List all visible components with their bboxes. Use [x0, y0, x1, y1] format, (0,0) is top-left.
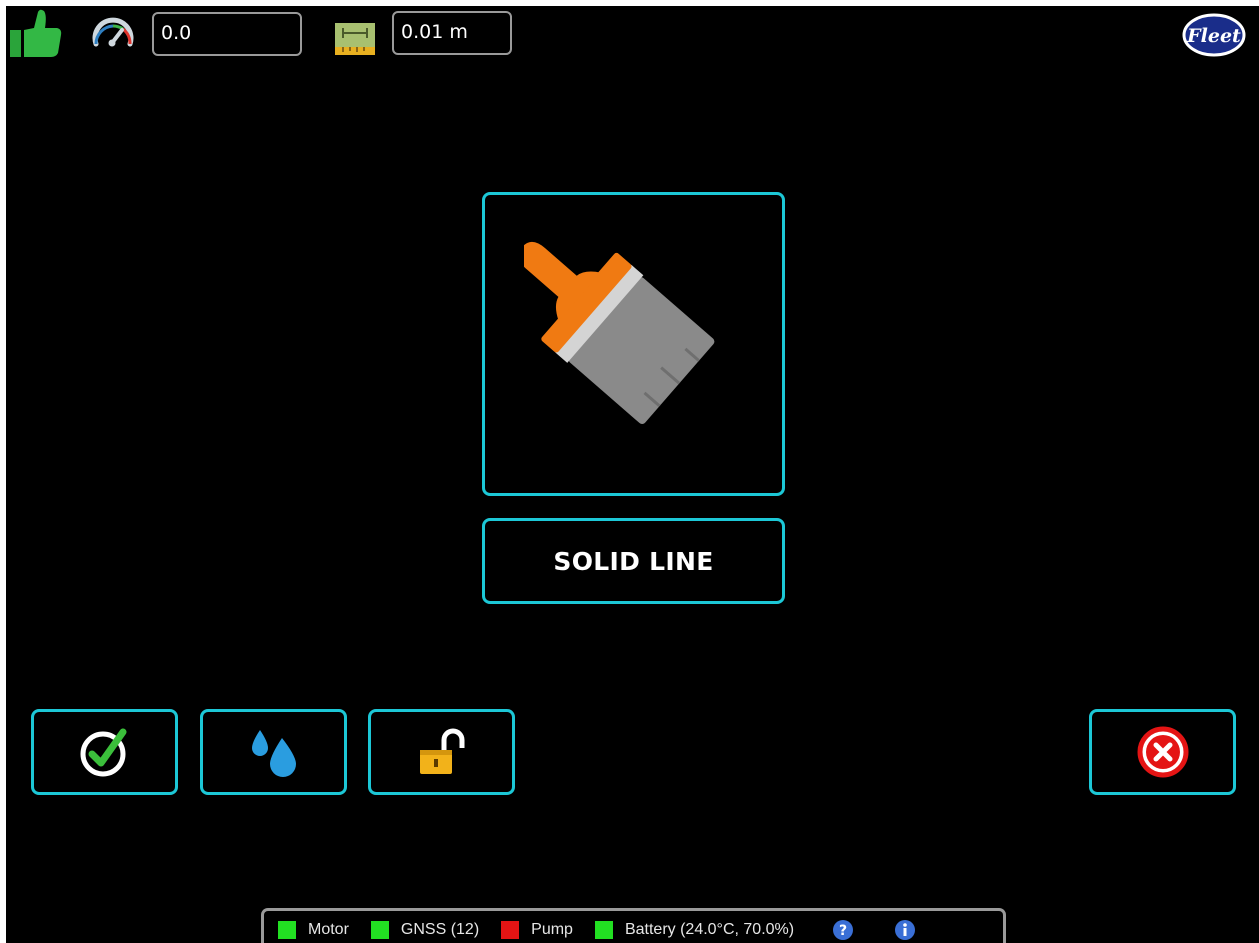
- water-drops-icon: [251, 730, 296, 777]
- distance-readout: 0.01 m: [392, 11, 512, 55]
- status-item-battery: Battery (24.0°C, 70.0%): [594, 920, 795, 939]
- status-label: GNSS (12): [400, 920, 480, 938]
- help-icon[interactable]: ?: [832, 919, 854, 941]
- status-led: [501, 920, 520, 939]
- mode-label: SOLID LINE: [553, 546, 714, 576]
- status-bar: Motor GNSS (12) Pump Battery (24.0°C, 70…: [261, 908, 1006, 943]
- status-led: [278, 920, 296, 939]
- cancel-x-icon: [1137, 726, 1188, 778]
- ruler-icon: [333, 21, 377, 57]
- status-item-gnss: GNSS (12): [370, 920, 480, 939]
- status-item-pump: Pump: [501, 920, 573, 939]
- status-label: Pump: [531, 920, 573, 938]
- water-drops-button[interactable]: [200, 709, 347, 795]
- cancel-button[interactable]: [1089, 709, 1236, 795]
- status-label: Battery (24.0°C, 70.0%): [624, 920, 795, 938]
- status-item-motor: Motor: [278, 920, 349, 939]
- lock-button[interactable]: [368, 709, 515, 795]
- fleet-logo: Fleet: [1181, 10, 1247, 60]
- paintbrush-icon: [523, 241, 714, 424]
- status-label: Motor: [308, 920, 349, 938]
- mode-icon-tile[interactable]: [482, 192, 785, 496]
- svg-text:?: ?: [839, 923, 847, 939]
- thumbs-up-icon: [8, 8, 62, 60]
- info-icon[interactable]: [894, 919, 916, 941]
- screen: 0.0 0.01 m Fleet SOLID LINE Motor GNSS (…: [6, 6, 1259, 943]
- status-led: [594, 920, 613, 939]
- speed-readout: 0.0: [152, 12, 302, 56]
- confirm-button[interactable]: [31, 709, 178, 795]
- mode-label-button[interactable]: SOLID LINE: [482, 518, 785, 604]
- check-circle-icon: [80, 728, 126, 777]
- status-led: [370, 920, 389, 939]
- speedometer-icon: [90, 14, 136, 50]
- fleet-logo-text: Fleet: [1186, 25, 1241, 47]
- unlocked-padlock-icon: [419, 728, 464, 774]
